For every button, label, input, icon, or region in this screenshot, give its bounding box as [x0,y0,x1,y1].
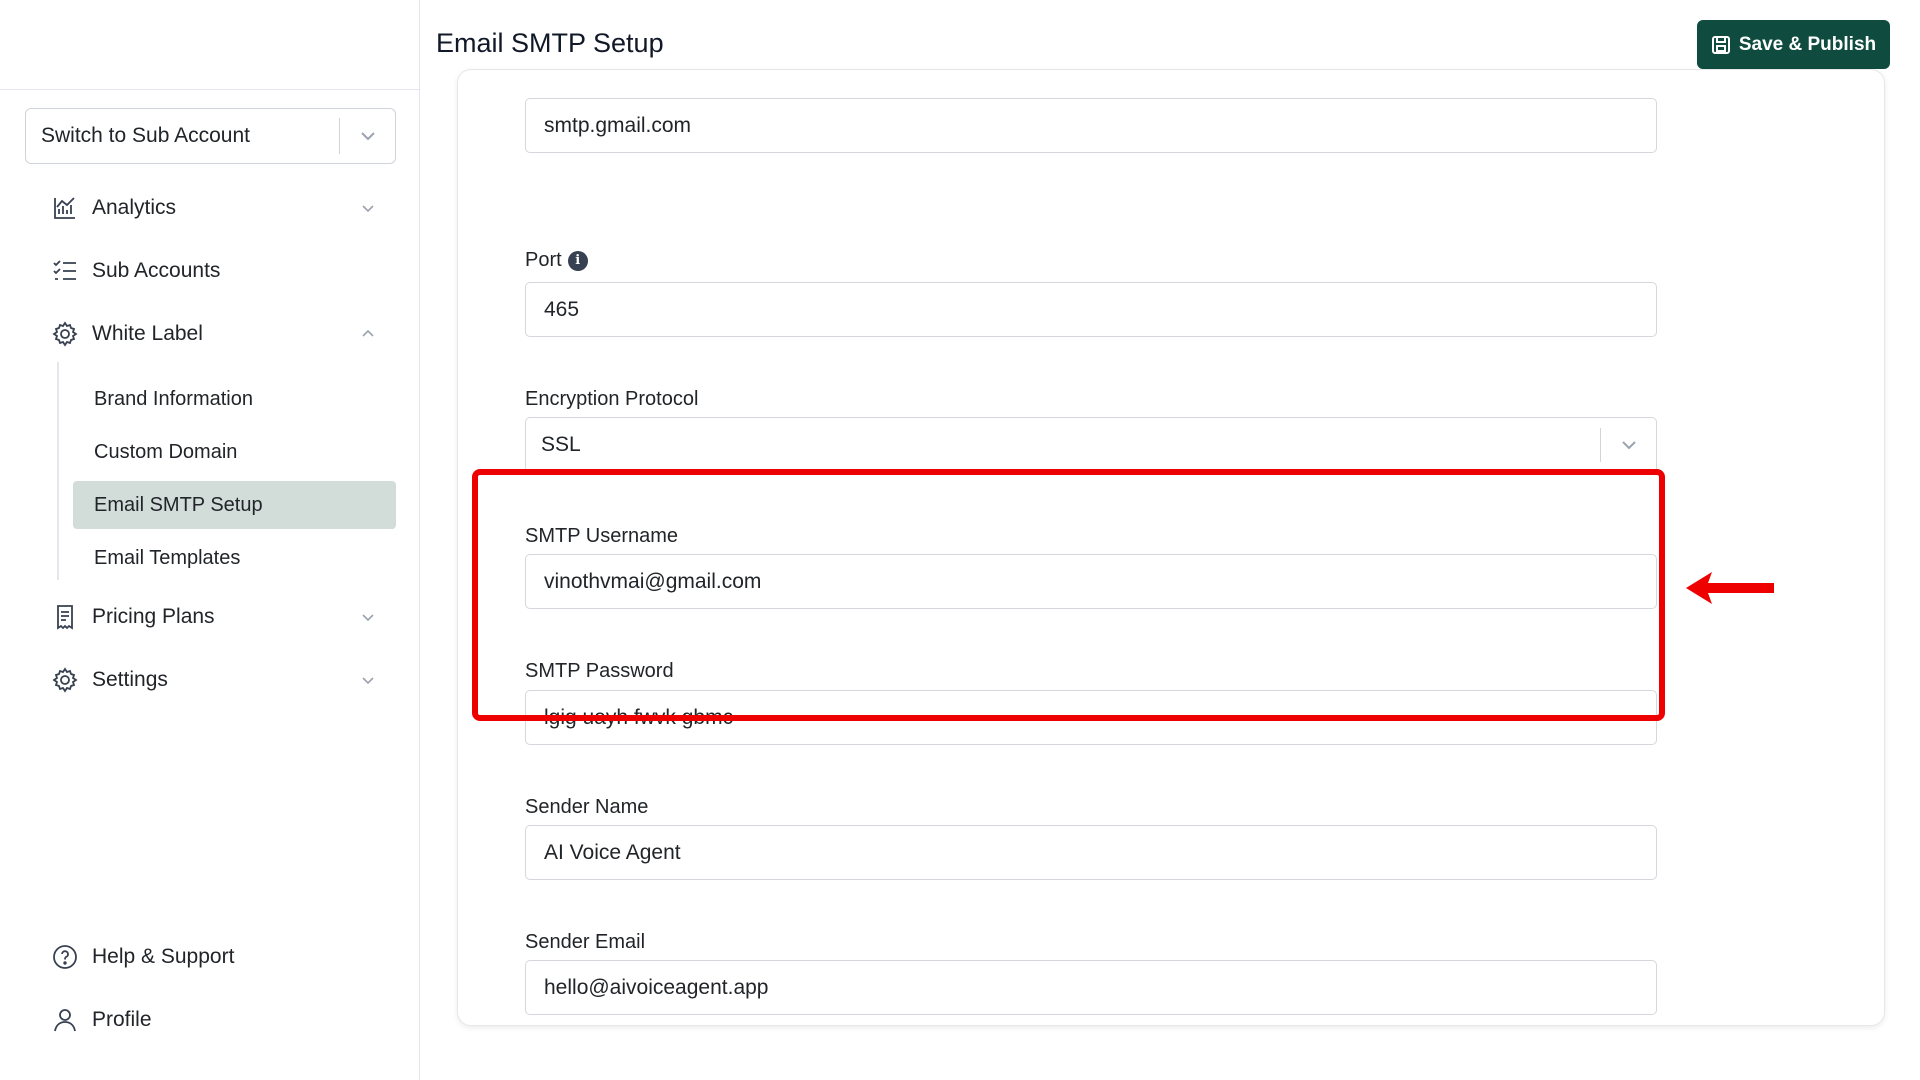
port-label: Port i [525,249,588,272]
smtp-username-input[interactable] [525,554,1657,609]
sender-email-input[interactable] [525,960,1657,1015]
smtp-host-input[interactable] [525,98,1657,153]
port-input[interactable] [525,282,1657,337]
encryption-value: SSL [541,433,581,456]
submenu-guide-line [57,362,59,580]
nav-analytics[interactable]: Analytics [50,186,380,230]
chevron-down-icon[interactable] [1601,436,1656,454]
port-label-text: Port [525,249,562,271]
chevron-up-icon [356,326,380,342]
nav-white-label[interactable]: White Label [50,312,380,356]
save-publish-button[interactable]: Save & Publish [1697,20,1890,69]
sidebar-item-email-smtp-setup[interactable]: Email SMTP Setup [73,481,396,529]
nav-profile[interactable]: Profile [50,998,380,1042]
user-icon [50,1005,80,1035]
annotation-arrow-icon [1684,570,1776,611]
sidebar: Switch to Sub Account Analytics Sub Acco… [0,0,420,1080]
smtp-password-label: SMTP Password [525,660,674,682]
nav-help-support[interactable]: Help & Support [50,935,380,979]
encryption-select[interactable]: SSL [525,417,1657,473]
chevron-down-icon [356,200,380,216]
sender-name-label: Sender Name [525,796,649,818]
smtp-username-label: SMTP Username [525,525,679,547]
nav-analytics-label: Analytics [92,196,177,219]
main-content: Port i Encryption Protocol SSL SMTP User… [421,69,1920,1080]
smtp-password-input[interactable] [525,690,1657,745]
sidebar-item-brand-information[interactable]: Brand Information [73,375,396,423]
nav-pricing-plans[interactable]: Pricing Plans [50,595,380,639]
question-circle-icon [50,942,80,972]
save-publish-label: Save & Publish [1738,33,1877,55]
save-icon [1711,35,1731,55]
switch-account-select[interactable]: Switch to Sub Account [25,108,396,164]
logo-area [0,0,419,90]
nav-pricing-plans-label: Pricing Plans [92,605,215,628]
chevron-down-icon [356,609,380,625]
sidebar-item-custom-domain[interactable]: Custom Domain [73,428,396,476]
sender-email-label: Sender Email [525,931,646,953]
sender-name-input[interactable] [525,825,1657,880]
nav-settings[interactable]: Settings [50,658,380,702]
smtp-form-card: Port i Encryption Protocol SSL SMTP User… [457,69,1885,1026]
checklist-icon [50,256,80,286]
receipt-icon [50,602,80,632]
encryption-label: Encryption Protocol [525,388,699,410]
nav-sub-accounts[interactable]: Sub Accounts [50,249,380,293]
chevron-down-icon [356,672,380,688]
gear-icon [50,319,80,349]
chevron-down-icon[interactable] [340,127,395,145]
nav-help-label: Help & Support [92,945,235,968]
nav-white-label-label: White Label [92,322,203,345]
gear-icon [50,665,80,695]
info-icon[interactable]: i [567,250,588,271]
nav-settings-label: Settings [92,668,168,691]
bar-chart-icon [50,193,80,223]
nav-sub-accounts-label: Sub Accounts [92,259,221,282]
nav-profile-label: Profile [92,1008,152,1031]
page-title: Email SMTP Setup [436,28,664,58]
switch-account-label: Switch to Sub Account [41,124,250,147]
sidebar-item-email-templates[interactable]: Email Templates [73,534,396,582]
